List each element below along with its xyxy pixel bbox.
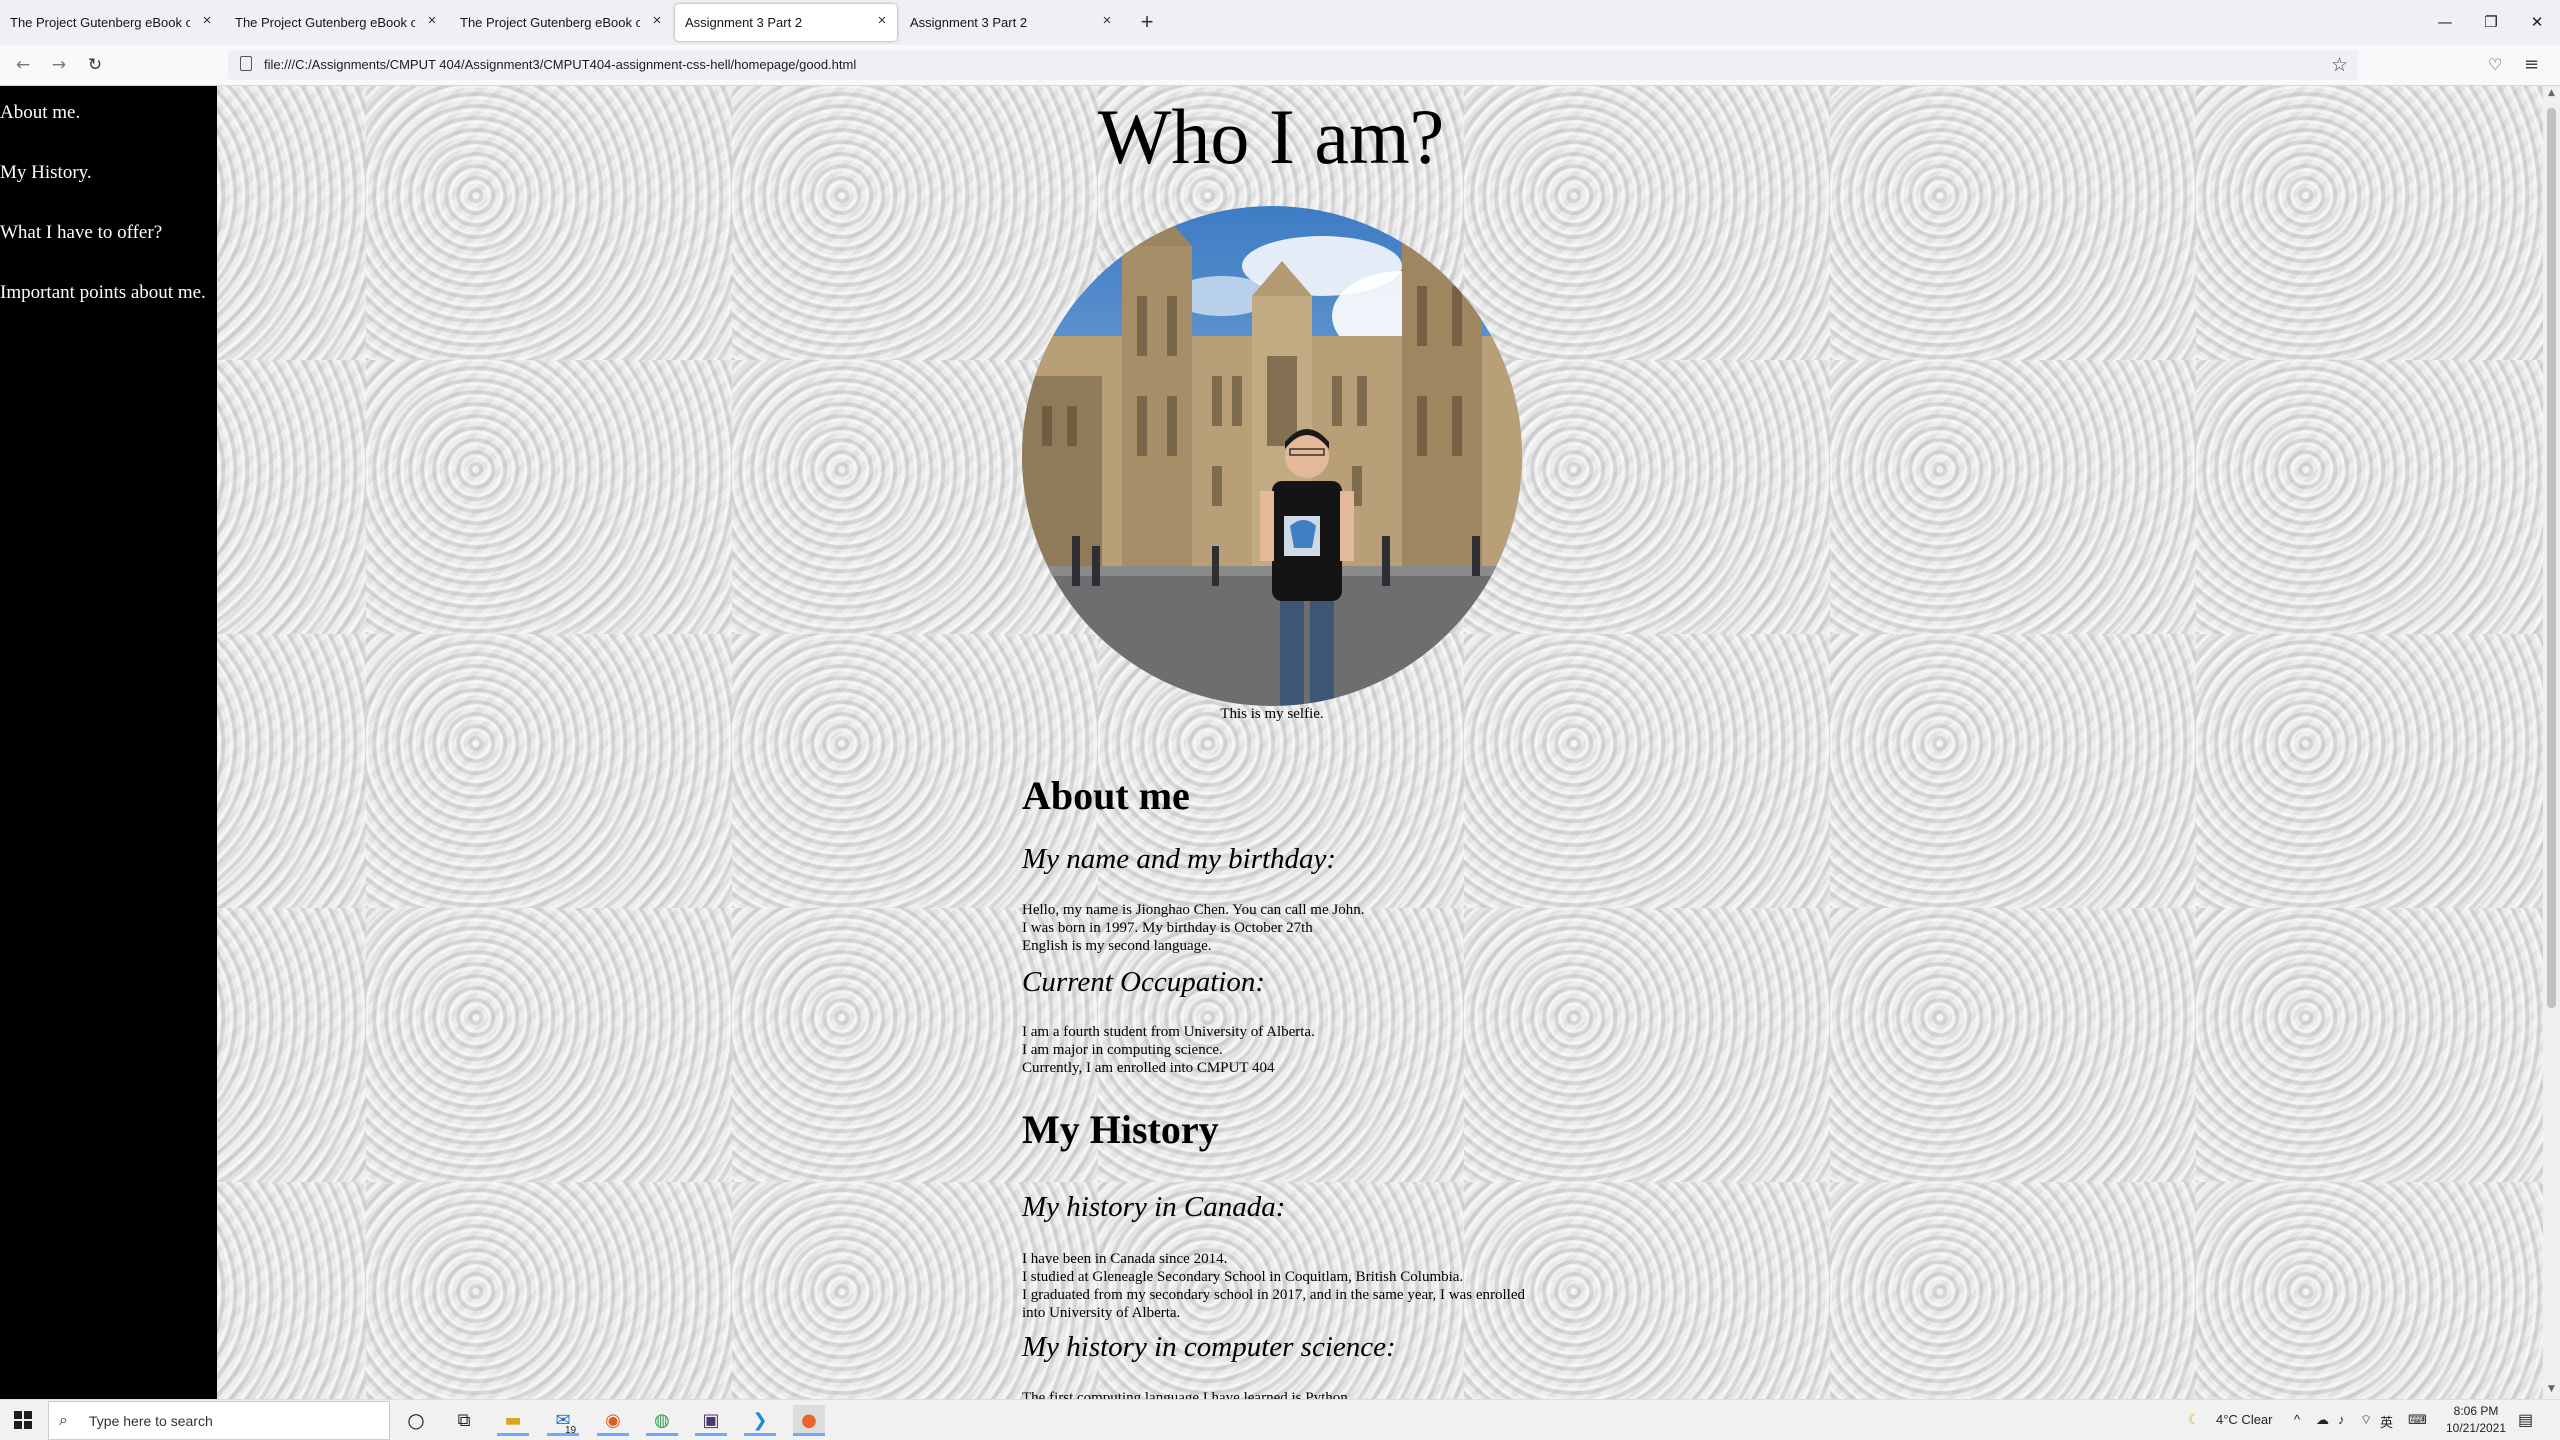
tab-gutenberg-2[interactable]: The Project Gutenberg eBook of Pri × — [225, 4, 447, 41]
scroll-down-icon[interactable]: ▼ — [2543, 1384, 2560, 1394]
volume-icon[interactable]: ♪ — [2338, 1412, 2345, 1427]
text-line: I was born in 1997. My birthday is Octob… — [1022, 920, 1313, 936]
tab-title: Assignment 3 Part 2 — [685, 15, 803, 30]
selfie-photo — [1022, 206, 1522, 706]
tab-title: The Project Gutenberg eBook of Dra — [460, 15, 640, 30]
task-view-icon[interactable]: ⧉ — [448, 1405, 480, 1436]
file-explorer-icon[interactable]: ▬ — [497, 1405, 529, 1436]
scroll-up-icon[interactable]: ▲ — [2543, 88, 2560, 98]
forward-button[interactable]: → — [46, 52, 72, 78]
tab-title: Assignment 3 Part 2 — [910, 15, 1028, 30]
occupation-text: I am a fourth student from University of… — [1022, 1023, 1542, 1077]
windows-logo-icon — [24, 1421, 32, 1429]
text-line: I studied at Gleneagle Secondary School … — [1022, 1269, 1464, 1285]
vertical-scrollbar[interactable]: ▲ ▼ — [2543, 86, 2560, 1399]
app-icon[interactable]: ▣ — [695, 1405, 727, 1436]
text-line: Hello, my name is Jionghao Chen. You can… — [1022, 902, 1365, 918]
chrome-icon[interactable]: ◍ — [646, 1405, 678, 1436]
back-button[interactable]: ← — [10, 52, 36, 78]
tab-close-icon[interactable]: × — [423, 12, 441, 30]
search-placeholder: Type here to search — [89, 1413, 213, 1429]
windows-logo-icon — [14, 1411, 22, 1419]
sidebar-link-history[interactable]: My History. — [0, 162, 92, 184]
notification-icon[interactable]: ▤ — [2518, 1410, 2533, 1430]
restore-button[interactable]: ❐ — [2468, 8, 2514, 36]
tab-close-icon[interactable]: × — [1098, 12, 1116, 30]
sidebar-nav: About me. My History. What I have to off… — [0, 86, 217, 1399]
windows-logo-icon — [14, 1421, 22, 1429]
url-text[interactable]: file:///C:/Assignments/CMPUT 404/Assignm… — [264, 57, 856, 72]
pocket-icon[interactable]: ♡ — [2488, 52, 2502, 78]
hamburger-menu-icon[interactable]: ≡ — [2524, 52, 2539, 78]
page-viewport: About me. My History. What I have to off… — [0, 86, 2560, 1399]
about-heading: About me — [1022, 773, 1190, 818]
tab-gutenberg-3[interactable]: The Project Gutenberg eBook of Dra × — [450, 4, 672, 41]
text-line: The first computing language I have lear… — [1022, 1390, 1352, 1399]
text-line: I am major in computing science. — [1022, 1042, 1223, 1058]
tab-close-icon[interactable]: × — [198, 12, 216, 30]
reload-button[interactable]: ↻ — [82, 52, 108, 78]
network-icon[interactable]: ⌔ — [2360, 1412, 2372, 1428]
canada-history-heading: My history in Canada: — [1022, 1191, 1286, 1223]
address-bar[interactable]: file:///C:/Assignments/CMPUT 404/Assignm… — [228, 50, 2358, 80]
page-title: Who I am? — [1097, 93, 1445, 180]
occupation-heading: Current Occupation: — [1022, 966, 1265, 998]
cs-history-text: The first computing language I have lear… — [1022, 1389, 1542, 1399]
windows-taskbar: ⌕ Type here to search ○ ⧉ ▬ ✉ 19 ◉ ◍ ▣ ❯ … — [0, 1399, 2560, 1440]
text-line: I graduated from my secondary school in … — [1022, 1287, 1525, 1321]
taskbar-search-box[interactable]: ⌕ Type here to search — [48, 1401, 390, 1440]
canada-history-text: I have been in Canada since 2014. I stud… — [1022, 1250, 1542, 1322]
clock-date[interactable]: 10/21/2021 — [2440, 1421, 2512, 1435]
sidebar-link-offer[interactable]: What I have to offer? — [0, 222, 162, 244]
vscode-icon[interactable]: ❯ — [744, 1405, 776, 1436]
search-icon: ⌕ — [59, 1410, 68, 1429]
windows-logo-icon — [24, 1411, 32, 1419]
windows-start-button[interactable] — [14, 1411, 33, 1430]
bookmark-star-icon[interactable]: ☆ — [2331, 53, 2348, 77]
firefox-icon[interactable]: ● — [793, 1405, 825, 1436]
tab-assignment-active[interactable]: Assignment 3 Part 2 × — [675, 4, 897, 41]
new-tab-button[interactable]: + — [1134, 9, 1160, 35]
keyboard-icon[interactable]: ⌨ — [2408, 1412, 2427, 1428]
tab-title: The Project Gutenberg eBook of Fra — [10, 15, 190, 30]
cortana-icon[interactable]: ○ — [400, 1405, 432, 1436]
file-icon — [240, 56, 252, 71]
name-birthday-heading: My name and my birthday: — [1022, 843, 1337, 875]
text-line: I have been in Canada since 2014. — [1022, 1251, 1228, 1267]
tab-close-icon[interactable]: × — [648, 12, 666, 30]
weather-icon: ☾ — [2188, 1412, 2200, 1427]
history-heading: My History — [1022, 1107, 1219, 1152]
text-line: I am a fourth student from University of… — [1022, 1024, 1315, 1040]
ime-indicator[interactable]: 英 — [2380, 1412, 2393, 1431]
selfie-caption: This is my selfie. — [1220, 706, 1324, 722]
tab-bar: The Project Gutenberg eBook of Fra × The… — [0, 0, 2560, 45]
ubuntu-icon[interactable]: ◉ — [597, 1405, 629, 1436]
mail-icon[interactable]: ✉ 19 — [547, 1405, 579, 1436]
cs-history-heading: My history in computer science: — [1022, 1331, 1396, 1363]
tab-title: The Project Gutenberg eBook of Pri — [235, 15, 415, 30]
text-line: English is my second language. — [1022, 938, 1212, 954]
close-window-button[interactable]: ✕ — [2514, 8, 2560, 36]
name-birthday-text: Hello, my name is Jionghao Chen. You can… — [1022, 901, 1542, 955]
tab-gutenberg-1[interactable]: The Project Gutenberg eBook of Fra × — [0, 4, 222, 41]
tab-assignment-2[interactable]: Assignment 3 Part 2 × — [900, 4, 1122, 41]
sidebar-link-about[interactable]: About me. — [0, 102, 80, 124]
clock-time[interactable]: 8:06 PM — [2440, 1404, 2512, 1418]
sidebar-link-important[interactable]: Important points about me. — [0, 282, 206, 304]
navigation-toolbar: ← → ↻ file:///C:/Assignments/CMPUT 404/A… — [0, 45, 2560, 86]
onedrive-icon[interactable]: ☁ — [2316, 1412, 2329, 1428]
weather-text[interactable]: 4°C Clear — [2216, 1412, 2273, 1427]
tab-close-icon[interactable]: × — [873, 12, 891, 30]
scrollbar-thumb[interactable] — [2547, 108, 2556, 1008]
minimize-button[interactable]: — — [2422, 8, 2468, 36]
tray-chevron-icon[interactable]: ^ — [2294, 1412, 2300, 1427]
text-line: Currently, I am enrolled into CMPUT 404 — [1022, 1060, 1275, 1076]
mail-badge: 19 — [565, 1425, 577, 1436]
